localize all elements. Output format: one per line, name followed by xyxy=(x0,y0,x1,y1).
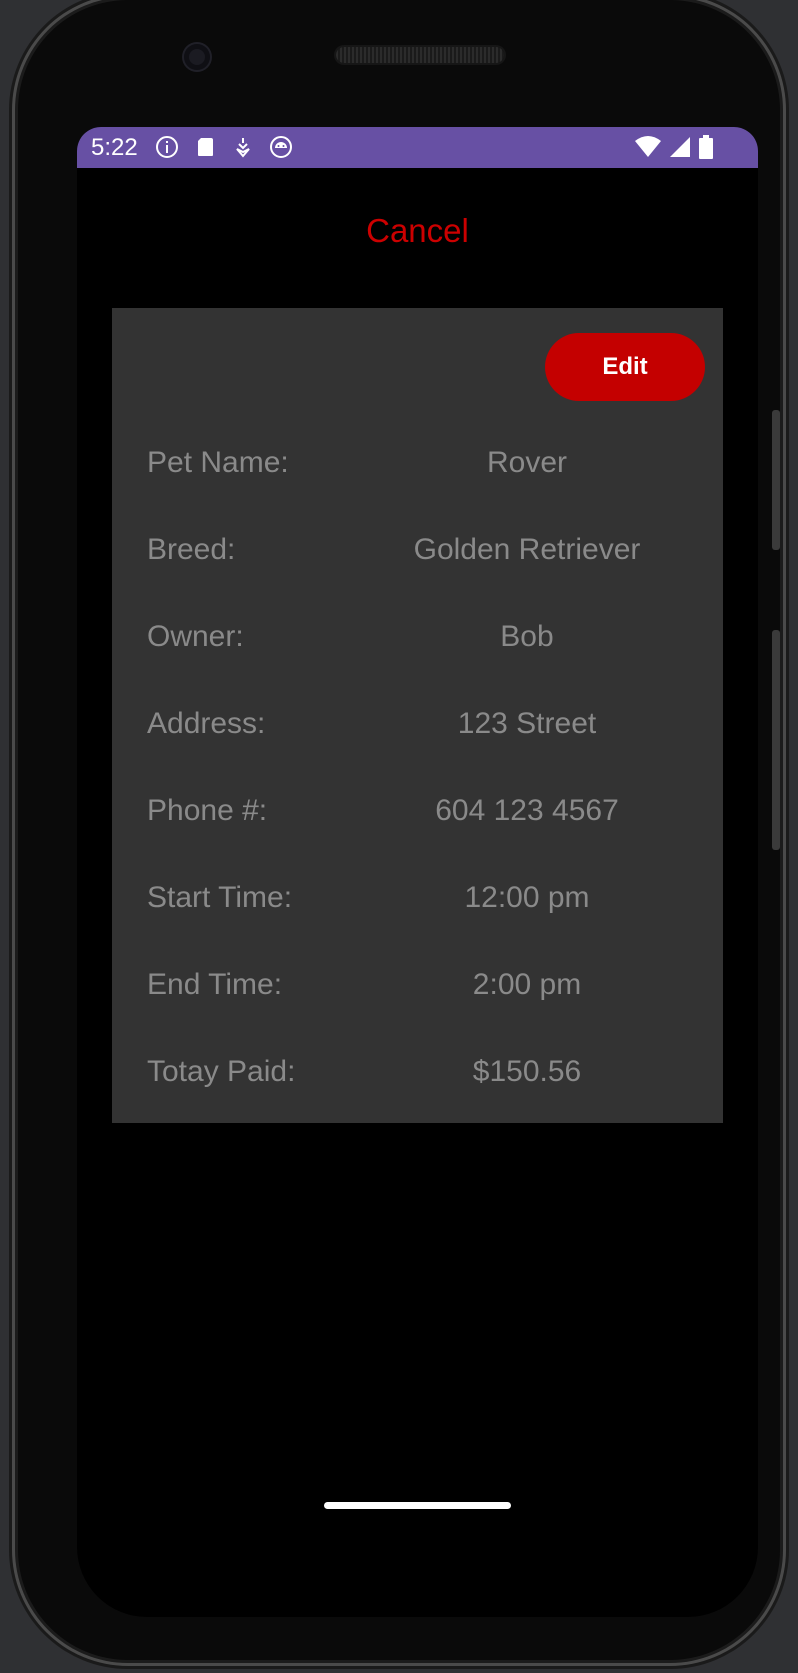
booking-details-card: Edit Pet Name: Rover Breed: Golden Retri… xyxy=(112,308,723,1123)
detail-value: 12:00 pm xyxy=(464,881,590,914)
power-button xyxy=(772,630,780,850)
detail-value: 2:00 pm xyxy=(472,968,582,1001)
detail-row-pet-name: Pet Name: Rover xyxy=(112,432,723,492)
info-icon xyxy=(156,136,178,158)
detail-label: Totay Paid: xyxy=(147,1055,296,1088)
cancel-button[interactable]: Cancel xyxy=(77,212,758,250)
detail-row-breed: Breed: Golden Retriever xyxy=(112,519,723,579)
signal-icon xyxy=(670,137,690,157)
android-icon xyxy=(270,136,292,158)
phone-frame: 5:22 Cancel Edit Pet Name: Rover Breed: … xyxy=(18,0,780,1660)
wifi-icon xyxy=(635,136,661,157)
detail-row-owner: Owner: Bob xyxy=(112,606,723,666)
edit-button[interactable]: Edit xyxy=(545,333,705,401)
detail-label: Start Time: xyxy=(147,881,293,914)
front-camera xyxy=(184,44,210,70)
detail-label: Breed: xyxy=(147,533,236,566)
detail-row-address: Address: 123 Street xyxy=(112,693,723,753)
volume-button xyxy=(772,410,780,550)
detail-row-phone: Phone #: 604 123 4567 xyxy=(112,780,723,840)
earpiece-speaker xyxy=(336,47,504,63)
detail-row-start-time: Start Time: 12:00 pm xyxy=(112,867,723,927)
status-bar: 5:22 xyxy=(77,127,758,168)
detail-label: Pet Name: xyxy=(147,446,289,479)
detail-label: End Time: xyxy=(147,968,283,1001)
detail-label: Owner: xyxy=(147,620,244,653)
detail-value: $150.56 xyxy=(472,1055,582,1088)
status-time: 5:22 xyxy=(91,134,138,161)
detail-row-total-paid: Totay Paid: $150.56 xyxy=(112,1041,723,1101)
detail-value: 123 Street xyxy=(457,707,597,740)
battery-icon xyxy=(699,135,713,159)
detail-label: Address: xyxy=(147,707,266,740)
detail-value: Golden Retriever xyxy=(413,533,641,566)
detail-label: Phone #: xyxy=(147,794,268,827)
sd-card-icon xyxy=(198,138,213,156)
app-screen: 5:22 Cancel Edit Pet Name: Rover Breed: … xyxy=(77,127,758,1617)
detail-value: Rover xyxy=(486,446,568,479)
detail-value: Bob xyxy=(500,620,554,653)
home-gesture-bar[interactable] xyxy=(324,1502,511,1509)
debug-icon xyxy=(236,138,250,158)
detail-row-end-time: End Time: 2:00 pm xyxy=(112,954,723,1014)
detail-value: 604 123 4567 xyxy=(435,794,619,827)
